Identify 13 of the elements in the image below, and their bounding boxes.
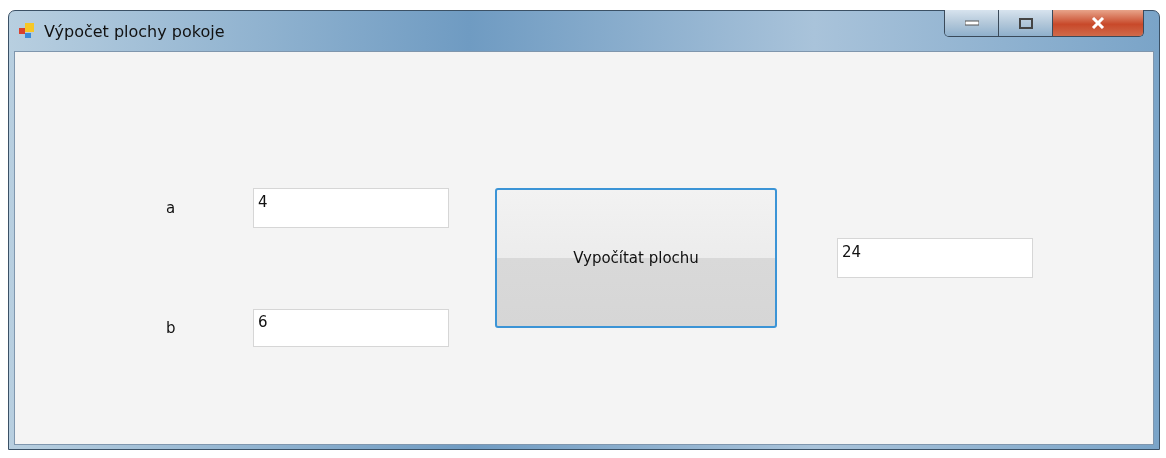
app-icon: [18, 22, 36, 40]
window-title: Výpočet plochy pokoje: [44, 21, 225, 41]
input-field[interactable]: 6: [253, 309, 449, 347]
maximize-button[interactable]: [999, 10, 1053, 36]
field-label: b: [166, 319, 177, 337]
close-button[interactable]: [1053, 10, 1143, 36]
close-icon: [1091, 17, 1105, 29]
maximize-icon: [1018, 17, 1033, 29]
result-field[interactable]: 24: [837, 238, 1033, 278]
field-label: a: [166, 199, 177, 217]
minimize-icon: [964, 20, 979, 26]
input-field[interactable]: 4: [253, 188, 449, 228]
calculate-button[interactable]: Vypočítat plochu: [495, 188, 777, 328]
